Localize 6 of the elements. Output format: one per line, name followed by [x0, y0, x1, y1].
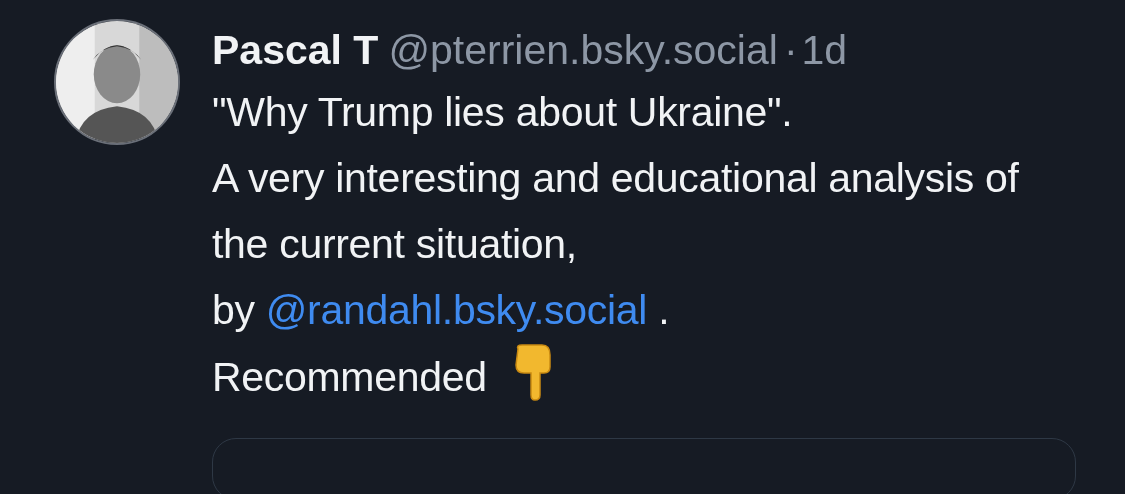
separator: · [783, 26, 798, 75]
author-handle[interactable]: @pterrien.bsky.social [388, 25, 778, 75]
mention-link[interactable]: @randahl.bsky.social [265, 287, 648, 333]
author-name[interactable]: Pascal T [212, 25, 379, 75]
post-text: "Why Trump lies about Ukraine". A very interesting and educational analysis of the current situation, by @randahl.bsky.social . Recommended [212, 88, 1020, 403]
post-time[interactable]: 1d [801, 25, 848, 75]
